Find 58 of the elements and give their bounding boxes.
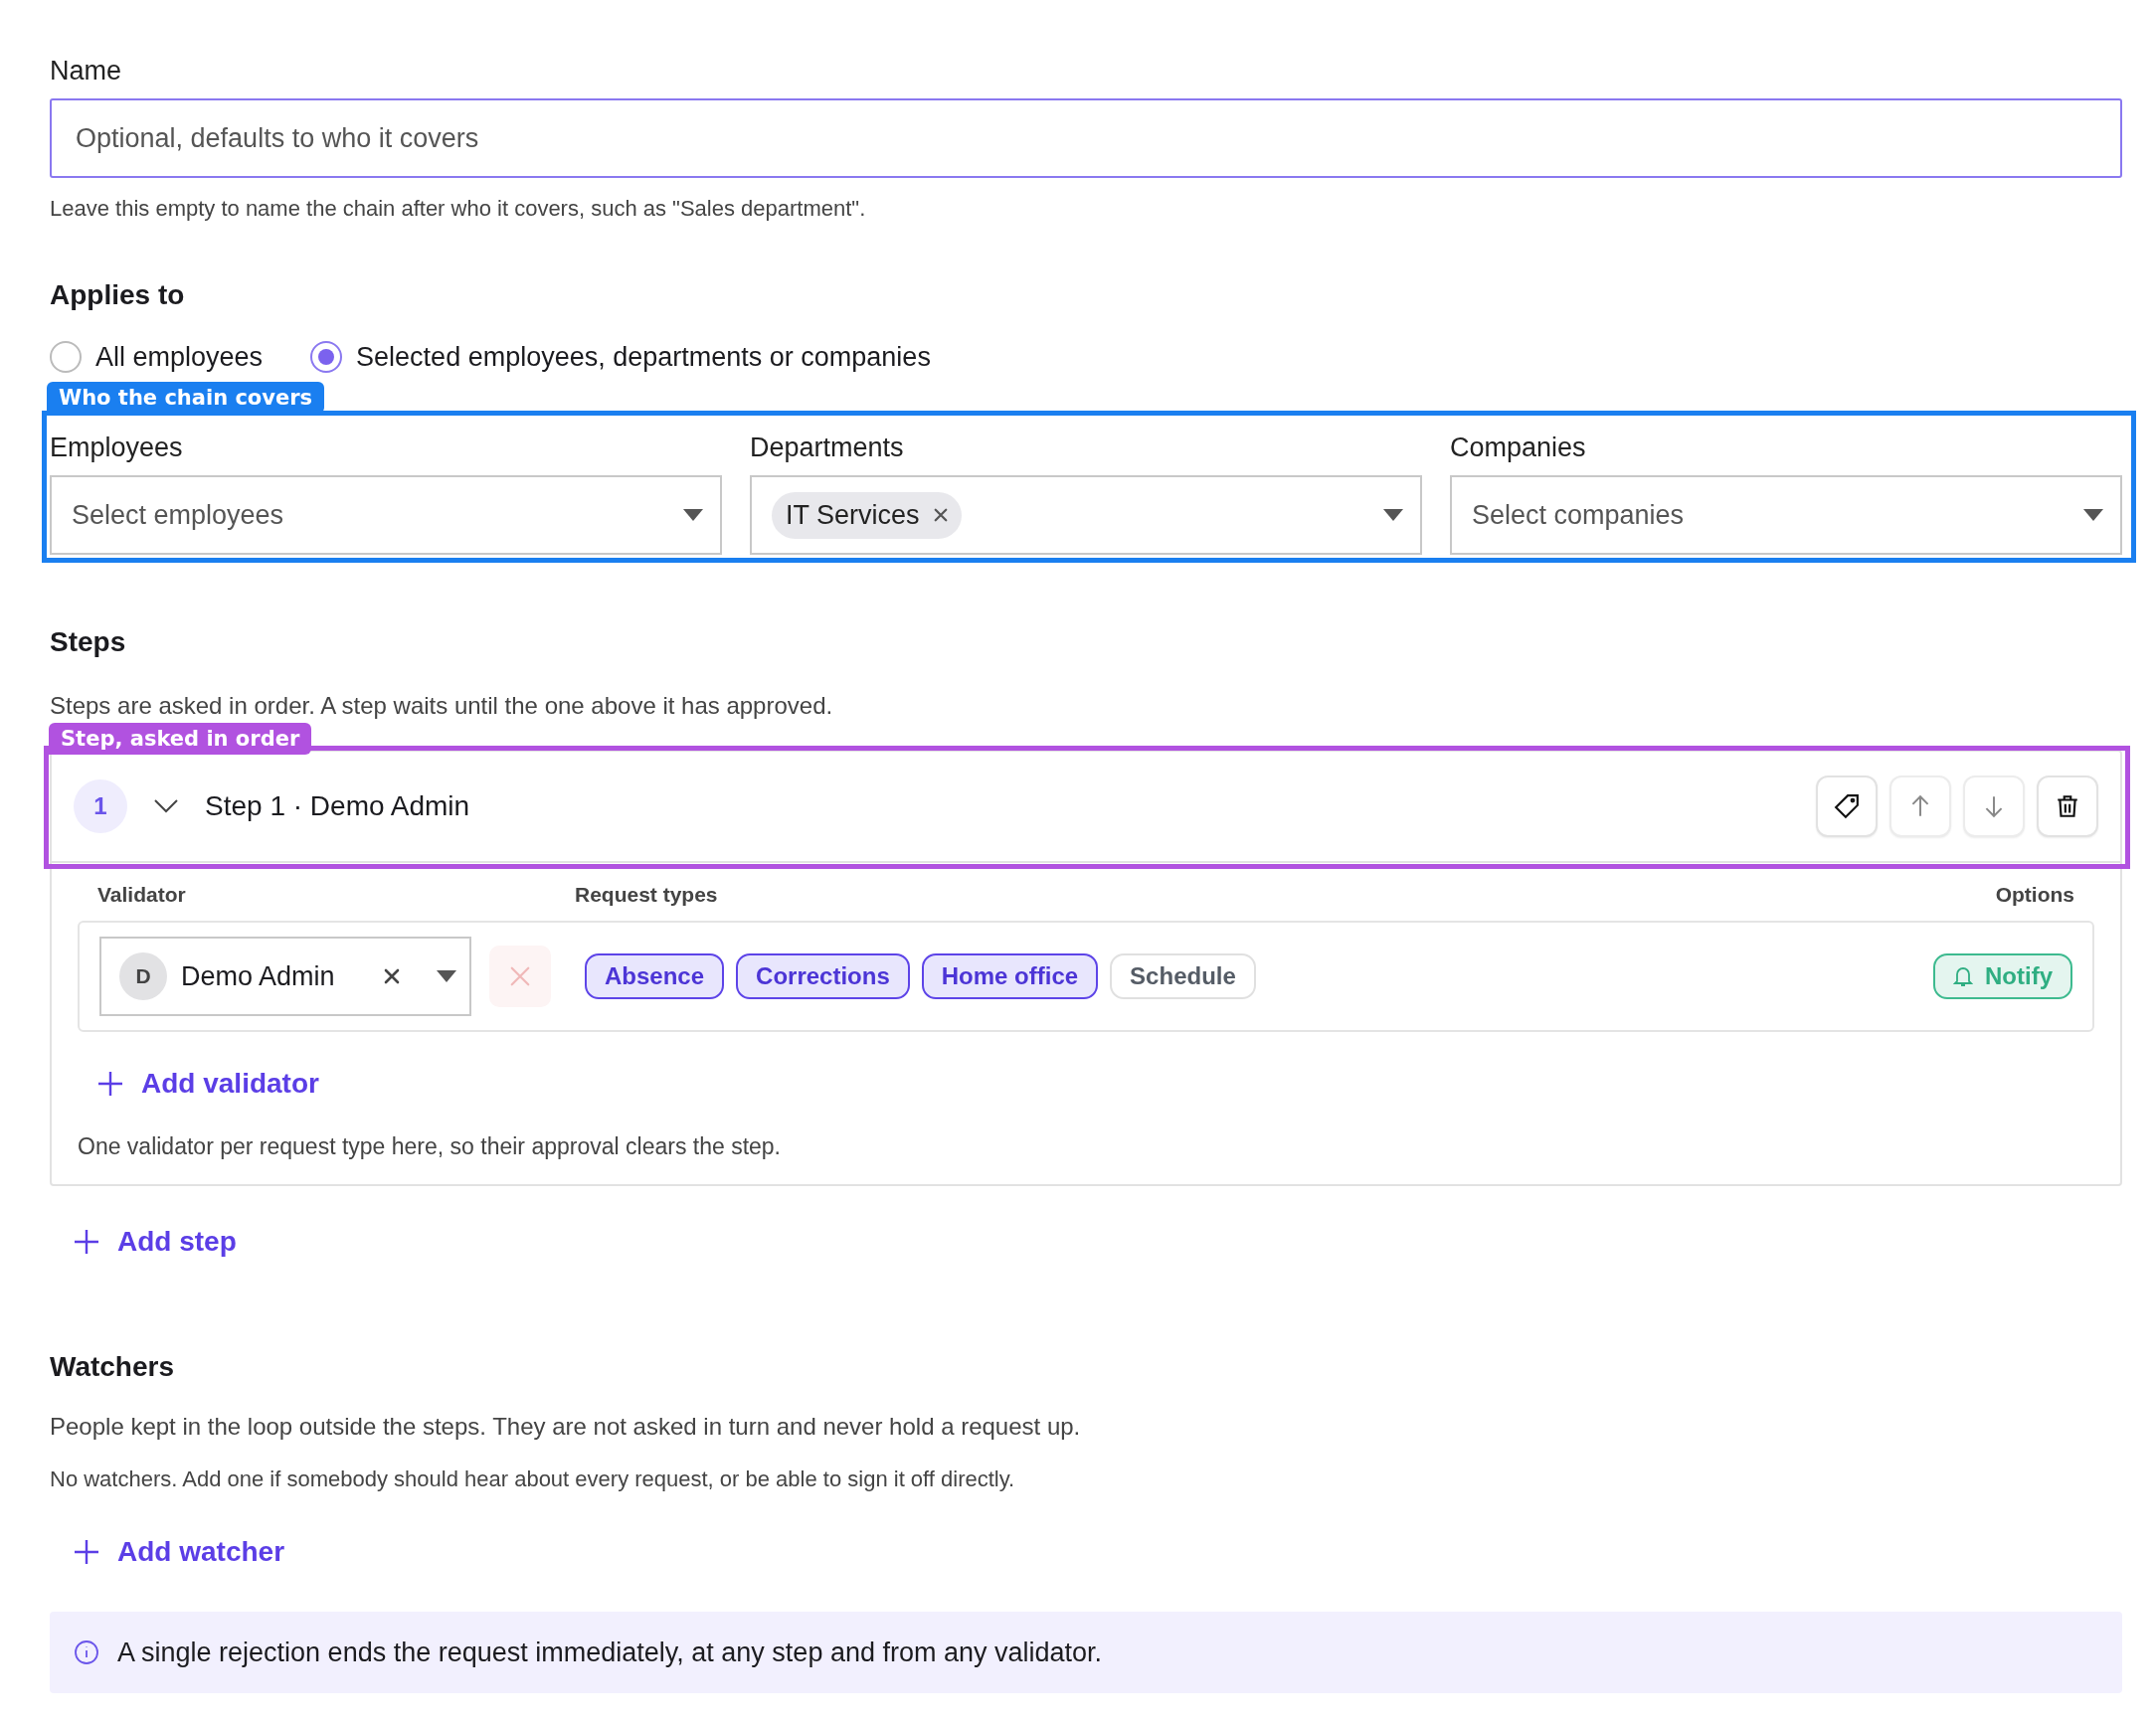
chevron-icon[interactable] xyxy=(153,798,179,814)
close-icon xyxy=(933,508,948,522)
column-header: Options xyxy=(1995,883,2074,907)
help-text: Steps are asked in order. A step waits until the one above it has approved. xyxy=(50,692,834,720)
select-field[interactable]: IT Services xyxy=(750,475,1422,555)
column-header: Validator xyxy=(97,883,187,907)
select-field[interactable]: Select employees xyxy=(50,475,722,555)
add-watcher-link[interactable]: Add watcher xyxy=(74,1536,285,1568)
field-label: Employees xyxy=(50,432,184,463)
add-step-link[interactable]: Add step xyxy=(74,1226,237,1258)
step-number: 1 xyxy=(74,779,127,833)
plus-icon xyxy=(74,1229,99,1255)
help-text: People kept in the loop outside the steps. They are not asked in turn and never hold a request up. xyxy=(50,1413,1082,1441)
validator-name: Demo Admin xyxy=(181,960,336,992)
select-field[interactable]: Select companies xyxy=(1450,475,2122,555)
radio-button[interactable] xyxy=(50,341,82,373)
close-icon xyxy=(384,968,400,984)
add-validator-link[interactable]: Add validator xyxy=(97,1068,319,1100)
field-label: Departments xyxy=(750,432,905,463)
section-heading: Applies to xyxy=(50,279,186,311)
annotation-label: Who the chain covers xyxy=(47,382,325,414)
radio-label[interactable]: All employees xyxy=(95,341,264,373)
dropdown-caret-icon xyxy=(1382,508,1404,522)
name-input[interactable]: Optional, defaults to who it covers xyxy=(50,98,2122,178)
trash-icon xyxy=(2055,793,2080,819)
dropdown-caret-icon xyxy=(436,969,457,983)
validator-select[interactable]: D Demo Admin xyxy=(99,937,471,1016)
close-icon xyxy=(509,965,531,987)
help-text: One validator per request type here, so their approval clears the step. xyxy=(78,1133,782,1160)
plus-icon xyxy=(97,1071,123,1097)
field-label: Companies xyxy=(1450,432,1587,463)
section-heading: Steps xyxy=(50,626,127,658)
radio-label[interactable]: Selected employees, departments or companies xyxy=(356,341,931,373)
section-heading: Watchers xyxy=(50,1351,175,1383)
info-text: A single rejection ends the request immediately, at any step and from any validator. xyxy=(117,1637,1103,1668)
info-icon xyxy=(74,1639,99,1665)
column-header: Request types xyxy=(575,883,719,907)
select-placeholder: Select companies xyxy=(1472,499,1685,531)
step-title: Step 1 · Demo Admin xyxy=(205,790,471,822)
request-type-toggle[interactable]: Absence xyxy=(585,953,725,999)
annotation-label: Step, asked in order xyxy=(49,723,312,755)
tag-button[interactable] xyxy=(1816,776,1878,837)
bell-icon xyxy=(1953,964,1973,988)
avatar: D xyxy=(119,952,167,1000)
request-type-toggle[interactable]: Corrections xyxy=(736,953,910,999)
select-placeholder: Select employees xyxy=(72,499,284,531)
plus-icon xyxy=(74,1539,99,1565)
request-type-toggle[interactable]: Home office xyxy=(921,953,1099,999)
request-type-toggle[interactable]: Schedule xyxy=(1110,953,1256,999)
department-chip: IT Services xyxy=(772,491,962,539)
delete-button[interactable] xyxy=(2037,776,2098,837)
help-text: Leave this empty to name the chain after who it covers, such as "Sales department". xyxy=(50,196,867,222)
dropdown-caret-icon xyxy=(2082,508,2104,522)
dropdown-caret-icon xyxy=(682,508,704,522)
field-label: Name xyxy=(50,56,123,86)
radio-button[interactable] xyxy=(310,341,343,373)
tag-icon xyxy=(1834,793,1860,819)
empty-state-text: No watchers. Add one if somebody should hear about every request, or be able to sign it off directly. xyxy=(50,1466,1016,1492)
